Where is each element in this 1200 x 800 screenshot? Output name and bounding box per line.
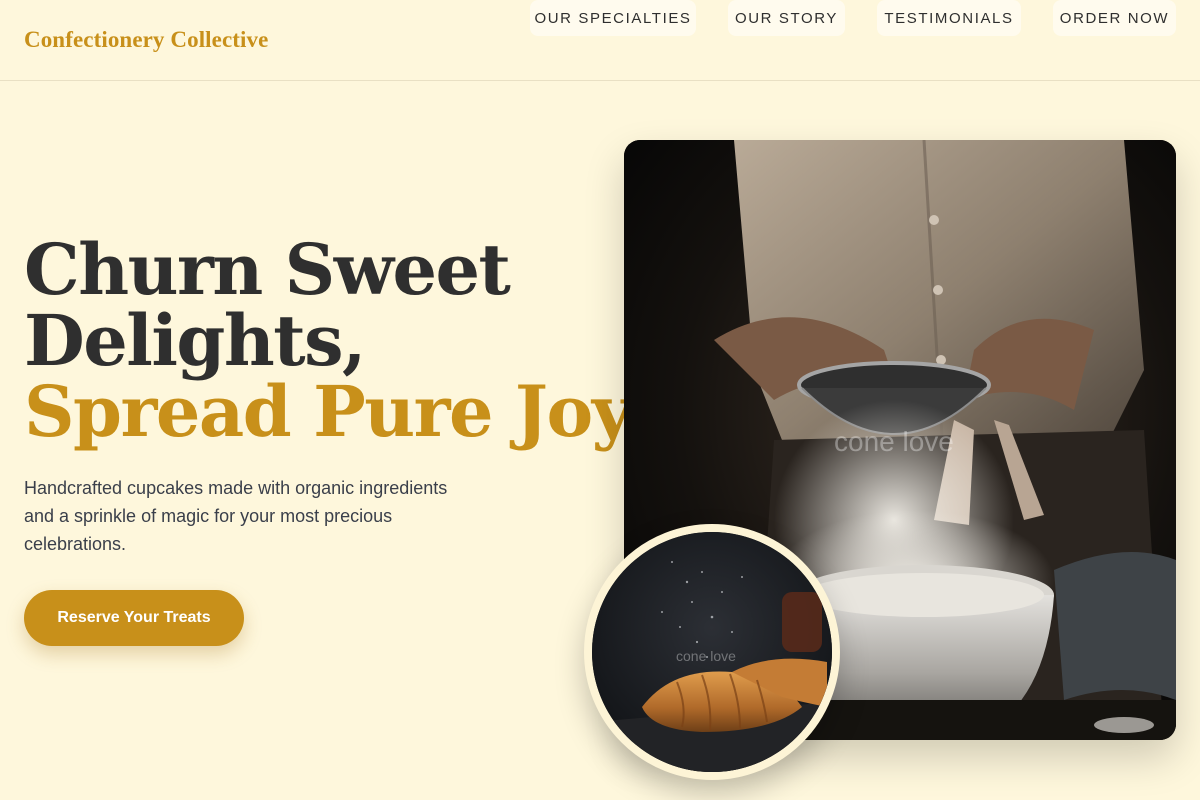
hero-headline: Churn Sweet Delights, Spread Pure Joy. xyxy=(24,234,647,447)
hero-subtext: Handcrafted cupcakes made with organic i… xyxy=(24,478,448,554)
site-header: Confectionery Collective OUR SPECIALTIES… xyxy=(0,0,1200,81)
nav-item-our-specialties[interactable]: OUR SPECIALTIES xyxy=(530,0,696,36)
nav-item-testimonials[interactable]: TESTIMONIALS xyxy=(877,0,1021,36)
nav-item-our-story[interactable]: OUR STORY xyxy=(728,0,845,36)
brand-logo[interactable]: Confectionery Collective xyxy=(24,27,268,53)
inset-photo-watermark: cone love xyxy=(676,648,736,664)
main-photo-watermark: cone love xyxy=(834,426,954,457)
headline-accent: Spread Pure Joy. xyxy=(24,370,647,453)
reserve-treats-button[interactable]: Reserve Your Treats xyxy=(24,590,244,646)
inset-photo-croissants: cone love xyxy=(584,524,840,780)
nav-item-order-now[interactable]: ORDER NOW xyxy=(1053,0,1176,36)
